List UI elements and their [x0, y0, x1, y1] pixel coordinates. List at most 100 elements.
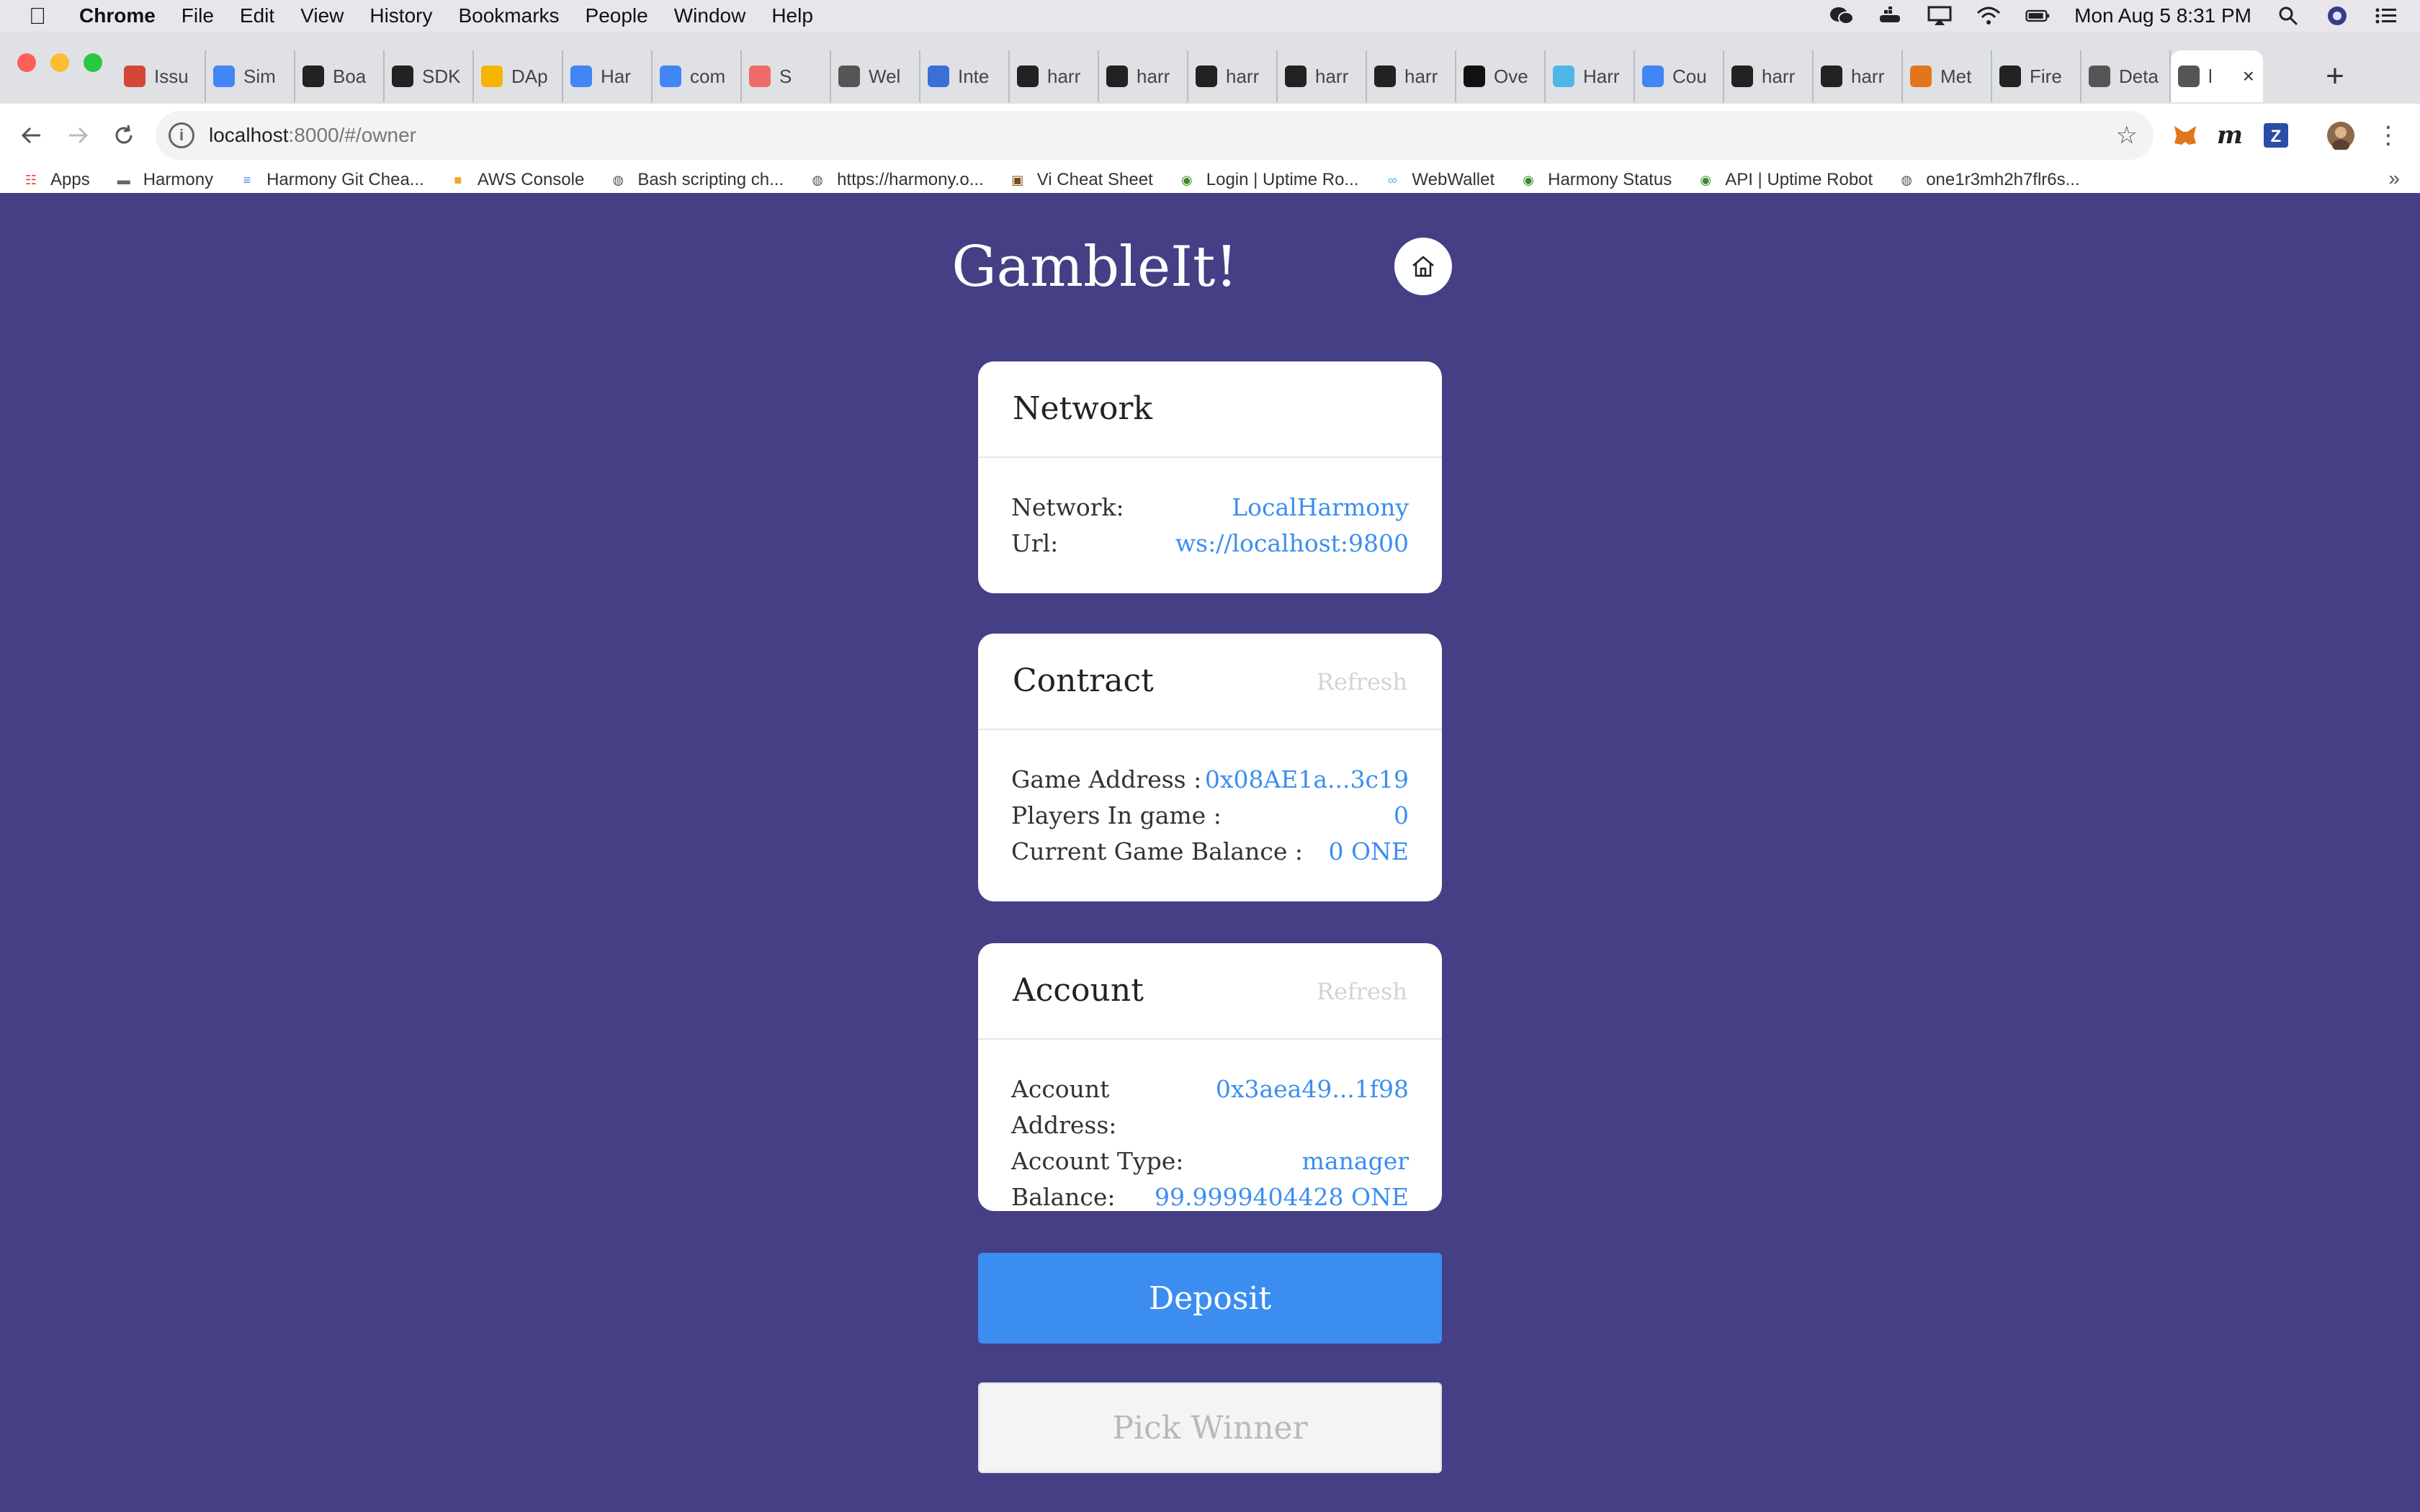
- browser-tab[interactable]: Har: [563, 50, 653, 102]
- browser-tab[interactable]: harr: [1367, 50, 1456, 102]
- deposit-button[interactable]: Deposit: [978, 1253, 1442, 1344]
- github-icon: [1106, 66, 1128, 87]
- browser-tab[interactable]: Boa: [295, 50, 385, 102]
- browser-tab[interactable]: harr: [1188, 50, 1278, 102]
- browser-tab[interactable]: Sim: [206, 50, 295, 102]
- address-bar[interactable]: i localhost:8000/#/owner ☆: [156, 111, 2154, 160]
- zoom-window-button[interactable]: [84, 53, 102, 72]
- menu-people[interactable]: People: [586, 4, 648, 27]
- browser-tab[interactable]: harr: [1814, 50, 1903, 102]
- tab-label: Sim: [243, 65, 276, 87]
- contract-heading: Contract: [1013, 662, 1154, 699]
- menu-edit[interactable]: Edit: [240, 4, 274, 27]
- z-extension-icon[interactable]: Z: [2259, 118, 2293, 153]
- notification-center-icon[interactable]: [2374, 6, 2398, 26]
- bookmark-item[interactable]: ▣ Vi Cheat Sheet: [1008, 170, 1153, 190]
- account-address-row: Account Address: 0x3aea49...1f98: [1011, 1071, 1409, 1143]
- contract-refresh-button[interactable]: Refresh: [1317, 668, 1407, 696]
- browser-tab[interactable]: l ×: [2171, 50, 2263, 102]
- browser-toolbar: i localhost:8000/#/owner ☆ m Z ⋮: [0, 104, 2420, 168]
- bookmark-item[interactable]: ■ AWS Console: [449, 170, 584, 190]
- home-button[interactable]: [1394, 238, 1452, 295]
- reload-button[interactable]: [107, 118, 141, 153]
- browser-tab[interactable]: Met: [1903, 50, 1992, 102]
- docker-icon[interactable]: [1878, 6, 1903, 26]
- tab-label: harr: [1137, 65, 1170, 87]
- menu-app-chrome[interactable]: Chrome: [79, 4, 156, 27]
- bookmark-item[interactable]: ◍ Bash scripting ch...: [609, 170, 784, 190]
- airplay-icon[interactable]: [1927, 6, 1952, 26]
- address-host: localhost: [209, 124, 289, 146]
- bookmark-label: Login | Uptime Ro...: [1206, 170, 1359, 189]
- balance-value: 99.9999404428 ONE: [1155, 1183, 1409, 1211]
- minimize-window-button[interactable]: [50, 53, 69, 72]
- browser-tab[interactable]: harr: [1278, 50, 1367, 102]
- browser-tab[interactable]: DAp: [474, 50, 563, 102]
- back-button[interactable]: [14, 118, 49, 153]
- browser-tab[interactable]: harr: [1724, 50, 1814, 102]
- harmony-icon: [1553, 66, 1574, 87]
- browser-tab[interactable]: S: [742, 50, 831, 102]
- docs-icon: [660, 66, 681, 87]
- account-type-label: Account Type:: [1011, 1147, 1184, 1175]
- menu-window[interactable]: Window: [674, 4, 746, 27]
- wifi-icon[interactable]: [1976, 6, 2001, 26]
- tab-label: Boa: [333, 65, 367, 87]
- bookmark-item[interactable]: ◉ API | Uptime Robot: [1696, 170, 1873, 190]
- profile-avatar[interactable]: [2323, 118, 2358, 153]
- browser-tab[interactable]: com: [653, 50, 742, 102]
- address-url[interactable]: localhost:8000/#/owner: [209, 124, 416, 147]
- browser-tab[interactable]: Deta: [2081, 50, 2171, 102]
- browser-tab[interactable]: Cou: [1635, 50, 1724, 102]
- account-refresh-button[interactable]: Refresh: [1317, 978, 1407, 1005]
- siri-icon[interactable]: [2325, 6, 2349, 26]
- browser-tab[interactable]: Ove: [1456, 50, 1546, 102]
- bookmarks-overflow-icon[interactable]: »: [2388, 167, 2400, 190]
- menu-view[interactable]: View: [300, 4, 344, 27]
- menu-file[interactable]: File: [182, 4, 214, 27]
- uptime-icon: ◉: [1523, 172, 1534, 187]
- bookmark-item[interactable]: ◉ Harmony Status: [1519, 170, 1672, 190]
- pick-winner-button[interactable]: Pick Winner: [978, 1382, 1442, 1473]
- new-tab-button[interactable]: +: [2313, 50, 2357, 102]
- browser-tab[interactable]: harr: [1099, 50, 1188, 102]
- close-tab-icon[interactable]: ×: [2243, 65, 2254, 88]
- window-controls: [17, 53, 102, 72]
- game-balance-label: Current Game Balance :: [1011, 837, 1303, 865]
- browser-tab[interactable]: Harr: [1546, 50, 1635, 102]
- m-extension-icon[interactable]: m: [2213, 118, 2247, 153]
- site-info-icon[interactable]: i: [169, 122, 194, 148]
- browser-tab[interactable]: Fire: [1992, 50, 2081, 102]
- menu-history[interactable]: History: [369, 4, 432, 27]
- spotlight-search-icon[interactable]: [2276, 6, 2300, 26]
- bookmark-item[interactable]: ◍ https://harmony.o...: [808, 170, 984, 190]
- chrome-menu-icon[interactable]: ⋮: [2371, 118, 2406, 153]
- battery-icon[interactable]: [2025, 6, 2050, 26]
- browser-tab[interactable]: harr: [1010, 50, 1099, 102]
- metamask-extension-icon[interactable]: [2168, 118, 2202, 153]
- bookmark-item[interactable]: ≡ Harmony Git Chea...: [238, 170, 424, 190]
- bookmark-star-icon[interactable]: ☆: [2116, 121, 2138, 150]
- bookmark-item[interactable]: ☷ Apps: [22, 170, 90, 190]
- browser-tab[interactable]: Wel: [831, 50, 920, 102]
- browser-tab[interactable]: Issu: [117, 50, 206, 102]
- folder-icon: ▬: [117, 172, 130, 187]
- network-card-body: Network: LocalHarmony Url: ws://localhos…: [978, 458, 1442, 562]
- bookmark-label: one1r3mh2h7flr6s...: [1926, 170, 2080, 189]
- bookmark-label: https://harmony.o...: [837, 170, 984, 189]
- forward-button[interactable]: [60, 118, 95, 153]
- bookmark-item[interactable]: ▬ Harmony: [115, 170, 213, 190]
- globe-icon: [2178, 66, 2200, 87]
- tab-label: Met: [1940, 65, 1972, 87]
- wechat-icon[interactable]: [1829, 6, 1855, 26]
- bookmark-item[interactable]: ◍ one1r3mh2h7flr6s...: [1897, 170, 2079, 190]
- close-window-button[interactable]: [17, 53, 36, 72]
- browser-tab[interactable]: Inte: [920, 50, 1010, 102]
- bookmark-item[interactable]: ∞ WebWallet: [1383, 170, 1494, 190]
- menu-clock[interactable]: Mon Aug 5 8:31 PM: [2074, 4, 2251, 27]
- bookmark-item[interactable]: ◉ Login | Uptime Ro...: [1178, 170, 1359, 190]
- browser-tab[interactable]: SDK: [385, 50, 474, 102]
- menu-help[interactable]: Help: [771, 4, 813, 27]
- menu-bookmarks[interactable]: Bookmarks: [458, 4, 559, 27]
- apple-menu-icon[interactable]: : [16, 3, 59, 30]
